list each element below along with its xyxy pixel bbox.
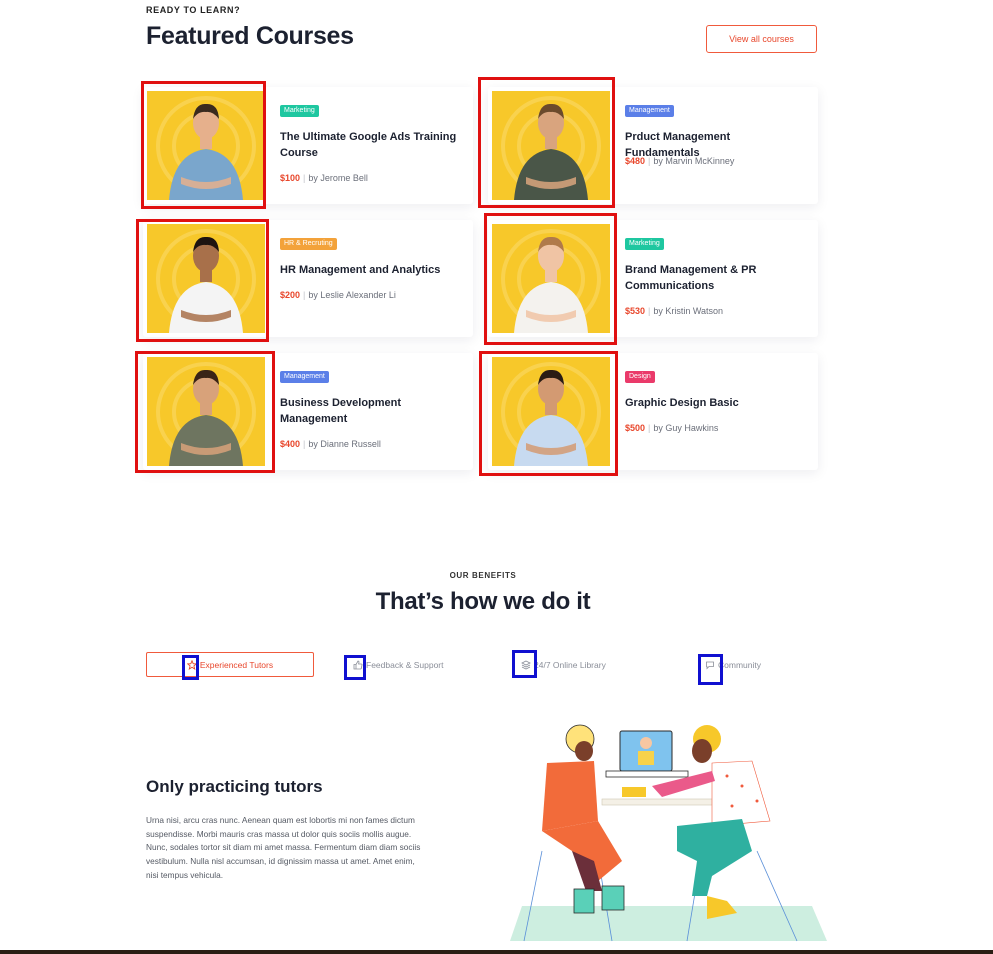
course-card[interactable]: Management Business Development Manageme… — [143, 353, 473, 470]
course-title[interactable]: HR Management and Analytics — [280, 262, 460, 278]
tutors-illustration — [510, 724, 827, 942]
course-price: $480 — [625, 156, 646, 166]
category-badge: Design — [625, 371, 655, 383]
course-author: by Jerome Bell — [308, 173, 368, 183]
tab-label: Experienced Tutors — [199, 659, 274, 670]
course-author: by Guy Hawkins — [653, 423, 719, 433]
course-author: by Kristin Watson — [653, 306, 724, 316]
eyebrow-ready: READY TO LEARN? — [146, 5, 241, 15]
course-thumbnail[interactable] — [492, 91, 610, 200]
course-meta: $400 | by Dianne Russell — [280, 439, 381, 449]
divider: | — [303, 290, 306, 300]
course-title[interactable]: Business Development Management — [280, 395, 460, 427]
category-badge: Marketing — [625, 238, 664, 250]
tab-label: Feedback & Support — [366, 659, 444, 670]
instructor-photo — [147, 91, 265, 200]
course-thumbnail[interactable] — [147, 357, 265, 466]
layers-icon — [521, 660, 531, 669]
benefits-title: That’s how we do it — [375, 588, 591, 615]
course-meta: $480 | by Marvin McKinney — [625, 156, 734, 166]
instructor-photo — [492, 224, 610, 333]
course-meta: $500 | by Guy Hawkins — [625, 423, 718, 433]
course-thumbnail[interactable] — [147, 91, 265, 200]
view-all-courses-button[interactable]: View all courses — [706, 25, 817, 53]
divider: | — [648, 423, 651, 433]
course-price: $530 — [625, 306, 646, 316]
tab-label: 24/7 Online Library — [534, 659, 606, 670]
course-meta: $530 | by Kristin Watson — [625, 306, 723, 316]
divider: | — [648, 306, 651, 316]
tab-online-library[interactable]: 24/7 Online Library — [521, 652, 606, 677]
course-price: $500 — [625, 423, 646, 433]
star-icon — [186, 659, 197, 670]
course-author: by Dianne Russell — [308, 439, 381, 449]
tab-experienced-tutors[interactable]: Experienced Tutors — [146, 652, 314, 677]
course-card[interactable]: Management Prduct Management Fundamental… — [488, 87, 818, 204]
course-price: $400 — [280, 439, 301, 449]
thumbs-up-icon — [353, 660, 363, 669]
course-card[interactable]: HR & Recruting HR Management and Analyti… — [143, 220, 473, 337]
course-price: $100 — [280, 173, 301, 183]
benefits-eyebrow: OUR BENEFITS — [449, 571, 517, 580]
tab-label: Community — [718, 659, 761, 670]
category-badge: Management — [625, 105, 674, 117]
instructor-photo — [147, 224, 265, 333]
chat-icon — [706, 661, 714, 669]
category-badge: Management — [280, 371, 329, 383]
course-thumbnail[interactable] — [492, 357, 610, 466]
course-price: $200 — [280, 290, 301, 300]
panel-body: Urna nisi, arcu cras nunc. Aenean quam e… — [146, 815, 421, 880]
course-author: by Marvin McKinney — [653, 156, 735, 166]
course-card[interactable]: Design Graphic Design Basic $500 | by Guy … — [488, 353, 818, 470]
course-thumbnail[interactable] — [492, 224, 610, 333]
course-title[interactable]: The Ultimate Google Ads Training Course — [280, 129, 460, 161]
tab-community[interactable]: Community — [705, 652, 761, 677]
divider: | — [303, 173, 306, 183]
course-author: by Leslie Alexander Li — [308, 290, 396, 300]
panel-heading: Only practicing tutors — [146, 777, 323, 796]
tab-feedback-support[interactable]: Feedback & Support — [353, 652, 444, 677]
category-badge: Marketing — [280, 105, 319, 117]
course-meta: $100 | by Jerome Bell — [280, 173, 368, 183]
course-card[interactable]: Marketing Brand Management & PR Communic… — [488, 220, 818, 337]
course-thumbnail[interactable] — [147, 224, 265, 333]
course-title[interactable]: Graphic Design Basic — [625, 395, 805, 411]
course-card[interactable]: Marketing The Ultimate Google Ads Traini… — [143, 87, 473, 204]
instructor-photo — [492, 91, 610, 200]
course-title[interactable]: Brand Management & PR Communications — [625, 262, 805, 294]
category-badge: HR & Recruting — [280, 238, 337, 250]
instructor-photo — [147, 357, 265, 466]
footer-strip — [0, 950, 993, 954]
page-title: Featured Courses — [146, 22, 354, 50]
course-meta: $200 | by Leslie Alexander Li — [280, 290, 396, 300]
divider: | — [303, 439, 306, 449]
divider: | — [648, 156, 651, 166]
instructor-photo — [492, 357, 610, 466]
